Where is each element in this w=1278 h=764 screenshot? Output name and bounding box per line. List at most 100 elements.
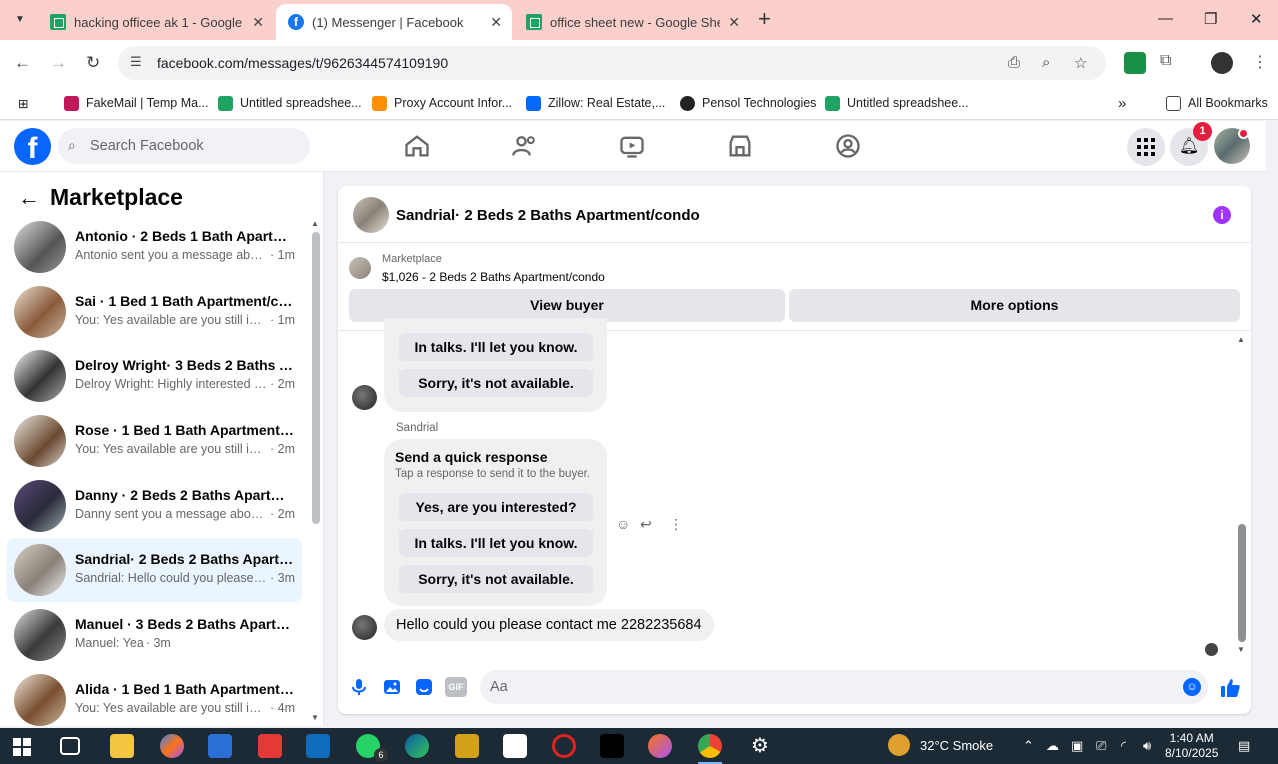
friends-icon[interactable] <box>511 132 539 160</box>
chrome-menu-icon[interactable]: ⋮ <box>1252 52 1268 72</box>
info-icon[interactable]: i <box>1213 206 1231 224</box>
conversation-item[interactable]: Manuel · 3 Beds 2 Baths Apartm... Manuel… <box>7 603 302 667</box>
scroll-up-icon[interactable]: ▲ <box>311 219 319 228</box>
message-input[interactable]: Aa ☺ <box>480 670 1208 704</box>
app-red-icon[interactable] <box>258 734 282 758</box>
conversation-item[interactable]: Delroy Wright· 3 Beds 2 Baths A... Delro… <box>7 344 302 408</box>
weather-icon[interactable] <box>888 734 910 756</box>
profile-avatar[interactable] <box>1211 52 1233 74</box>
site-settings-icon[interactable]: ☰ <box>130 54 142 70</box>
emoji-icon[interactable]: ☺ <box>1183 678 1201 696</box>
app-medal-icon[interactable] <box>455 734 479 758</box>
scroll-down-icon[interactable]: ▼ <box>311 713 319 722</box>
opera-icon[interactable] <box>552 734 576 758</box>
chrome-icon[interactable] <box>698 734 722 764</box>
weather-text[interactable]: 32°C Smoke <box>920 738 993 753</box>
file-explorer-icon[interactable] <box>110 734 134 758</box>
react-emoji-icon[interactable]: ☺ <box>616 516 630 532</box>
message-bubble[interactable]: Hello could you please contact me 228223… <box>384 609 714 641</box>
tab-office-sheet[interactable]: office sheet new - Google Shee ✕ <box>514 4 750 40</box>
chat-scroll-up-icon[interactable]: ▲ <box>1237 335 1245 344</box>
taskbar-clock[interactable]: 1:40 AM 8/10/2025 <box>1165 731 1218 761</box>
edge-icon[interactable] <box>405 734 429 758</box>
bookmark-proxy[interactable]: Proxy Account Infor... <box>372 93 512 113</box>
quick-reply-in-talks[interactable]: In talks. I'll let you know. <box>399 333 593 361</box>
quick-reply-not-available[interactable]: Sorry, it's not available. <box>399 565 593 593</box>
close-tab-icon[interactable]: ✕ <box>728 14 740 31</box>
conversation-item[interactable]: Antonio · 2 Beds 1 Bath Apartm... Antoni… <box>7 215 302 279</box>
conversation-item[interactable]: Alida · 1 Bed 1 Bath Apartment/c... You:… <box>7 668 302 726</box>
bookmark-spreadsheet-2[interactable]: Untitled spreadshee... <box>825 93 969 113</box>
zoom-icon[interactable]: ⌕ <box>1042 54 1050 71</box>
app-white-icon[interactable] <box>503 734 527 758</box>
bookmark-pensol[interactable]: Pensol Technologies <box>680 93 816 113</box>
tab-hacking-sheet[interactable]: hacking officee ak 1 - Google S ✕ <box>38 4 274 40</box>
app-gradient-icon[interactable] <box>648 734 672 758</box>
chat-avatar[interactable] <box>353 197 389 233</box>
quick-reply-in-talks[interactable]: In talks. I'll let you know. <box>399 529 593 557</box>
search-input[interactable]: ⌕ Search Facebook <box>58 128 310 164</box>
reply-icon[interactable]: ↩ <box>640 516 652 533</box>
facebook-logo[interactable]: f <box>14 128 51 165</box>
chat-title[interactable]: Sandrial· 2 Beds 2 Baths Apartment/condo <box>396 207 700 224</box>
all-bookmarks[interactable]: All Bookmarks <box>1166 93 1268 113</box>
store-icon[interactable] <box>208 734 232 758</box>
microphone-icon[interactable] <box>349 677 369 697</box>
bookmark-spreadsheet-1[interactable]: Untitled spreadshee... <box>218 93 362 113</box>
chat-scroll-down-icon[interactable]: ▼ <box>1237 645 1245 654</box>
gif-icon[interactable]: GIF <box>445 677 467 697</box>
chat-scrollbar[interactable] <box>1238 524 1246 642</box>
tab-messenger[interactable]: f (1) Messenger | Facebook ✕ <box>276 4 512 40</box>
address-bar[interactable]: ☰ facebook.com/messages/t/96263445741091… <box>118 46 1106 80</box>
more-actions-icon[interactable]: ⋮ <box>669 516 683 533</box>
new-tab-button[interactable]: + <box>758 8 771 30</box>
back-icon[interactable]: ← <box>14 53 31 73</box>
conversation-item[interactable]: Sai · 1 Bed 1 Bath Apartment/co... You: … <box>7 280 302 344</box>
apps-grid-icon[interactable]: ⊞ <box>18 93 28 113</box>
wifi-icon[interactable]: ◜ <box>1121 738 1126 754</box>
photo-icon[interactable] <box>382 677 402 697</box>
volume-icon[interactable]: 🔊︎ <box>1143 738 1151 754</box>
marketplace-icon[interactable] <box>726 132 754 160</box>
settings-gear-icon[interactable]: ⚙ <box>748 734 772 758</box>
bookmark-zillow[interactable]: Zillow: Real Estate,... <box>526 93 665 113</box>
sidebar-scrollbar[interactable] <box>312 232 320 524</box>
reload-icon[interactable]: ↻ <box>86 53 100 73</box>
tray-chevron-icon[interactable]: ⌃ <box>1023 738 1034 754</box>
video-icon[interactable] <box>618 132 646 160</box>
tiktok-icon[interactable] <box>600 734 624 758</box>
tab-search-icon[interactable]: ▼ <box>8 8 32 32</box>
tray-app-icon[interactable]: ▣ <box>1071 738 1083 754</box>
url-text[interactable]: facebook.com/messages/t/9626344574109190 <box>157 55 448 71</box>
like-thumbs-up-icon[interactable] <box>1219 677 1241 699</box>
more-options-button[interactable]: More options <box>789 289 1240 322</box>
conversation-item-selected[interactable]: Sandrial· 2 Beds 2 Baths Apartm... Sandr… <box>7 538 302 602</box>
extension-icon[interactable] <box>1124 52 1146 74</box>
windows-start-icon[interactable] <box>13 738 31 756</box>
quick-reply-interested[interactable]: Yes, are you interested? <box>399 493 593 521</box>
conversation-item[interactable]: Danny · 2 Beds 2 Baths Apartme... Danny … <box>7 474 302 538</box>
listing-thumbnail[interactable] <box>349 257 371 279</box>
onedrive-icon[interactable]: ☁ <box>1046 738 1059 754</box>
sender-avatar[interactable] <box>352 385 377 410</box>
minimize-button[interactable]: — <box>1158 10 1173 27</box>
bookmark-star-icon[interactable]: ☆ <box>1074 54 1087 72</box>
listing-price[interactable]: $1,026 - 2 Beds 2 Baths Apartment/condo <box>382 270 605 284</box>
close-window-button[interactable]: ✕ <box>1250 10 1263 28</box>
notification-center-icon[interactable]: ▤ <box>1238 738 1250 754</box>
more-bookmarks-icon[interactable]: » <box>1118 93 1126 113</box>
close-tab-icon[interactable]: ✕ <box>490 14 502 31</box>
back-arrow-icon[interactable]: ← <box>18 185 40 211</box>
close-tab-icon[interactable]: ✕ <box>252 14 264 31</box>
quick-reply-not-available[interactable]: Sorry, it's not available. <box>399 369 593 397</box>
outlook-icon[interactable] <box>306 734 330 758</box>
groups-icon[interactable] <box>834 132 862 160</box>
restore-button[interactable]: ❐ <box>1204 10 1217 28</box>
sticker-icon[interactable] <box>414 677 434 697</box>
task-view-icon[interactable] <box>60 737 80 755</box>
extensions-puzzle-icon[interactable]: ⧉ <box>1160 52 1171 70</box>
copilot-icon[interactable] <box>160 734 184 758</box>
conversation-item[interactable]: Rose · 1 Bed 1 Bath Apartment/c... You: … <box>7 409 302 473</box>
home-icon[interactable] <box>403 132 431 160</box>
sender-avatar[interactable] <box>352 615 377 640</box>
